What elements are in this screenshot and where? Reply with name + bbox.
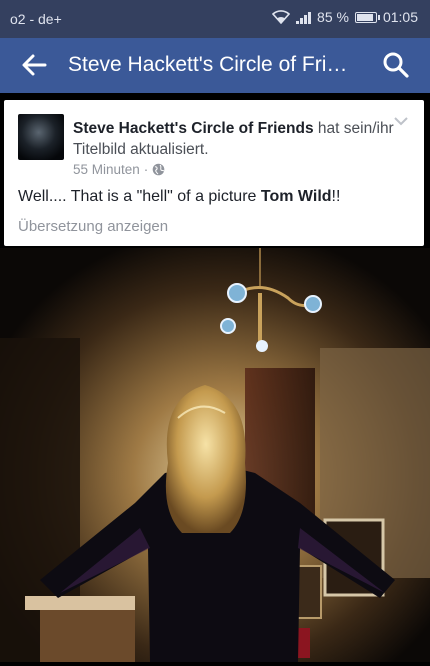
signal-icon <box>296 11 312 24</box>
translate-link[interactable]: Übersetzung anzeigen <box>18 218 168 235</box>
post-card: Steve Hackett's Circle of Friends hat se… <box>4 100 424 246</box>
battery-fill <box>356 13 373 21</box>
carrier-label: o2 - de+ <box>10 11 62 27</box>
cover-photo[interactable] <box>0 248 430 662</box>
meta-separator: · <box>143 162 149 177</box>
chevron-down-icon[interactable] <box>394 116 408 126</box>
battery-percent: 85 % <box>317 9 349 25</box>
app-bar-title: Steve Hackett's Circle of Friends <box>68 53 358 76</box>
search-button[interactable] <box>382 51 410 79</box>
app-bar: Steve Hackett's Circle of Friends <box>0 38 430 93</box>
post-header: Steve Hackett's Circle of Friends hat se… <box>73 118 398 160</box>
status-indicators: 85 % 01:05 <box>272 9 418 25</box>
post-text: Well.... That is a "hell" of a picture T… <box>18 188 340 206</box>
page-name-link[interactable]: Steve Hackett's Circle of Friends <box>73 120 314 137</box>
battery-icon <box>354 11 380 23</box>
post-time[interactable]: 55 Minuten <box>73 162 140 177</box>
globe-icon <box>152 163 165 176</box>
page-avatar[interactable] <box>18 114 64 160</box>
clock: 01:05 <box>382 9 418 25</box>
post-text-start: Well.... That is a "hell" of a picture <box>18 188 261 205</box>
mention-link[interactable]: Tom Wild <box>261 188 332 205</box>
status-bar: o2 - de+ 85 % 01:05 <box>0 0 430 38</box>
cover-photo-artwork <box>0 248 430 662</box>
wifi-icon <box>272 10 291 24</box>
back-button[interactable] <box>20 51 48 79</box>
post-meta: 55 Minuten · <box>73 162 165 177</box>
post-text-end: !! <box>331 188 341 205</box>
